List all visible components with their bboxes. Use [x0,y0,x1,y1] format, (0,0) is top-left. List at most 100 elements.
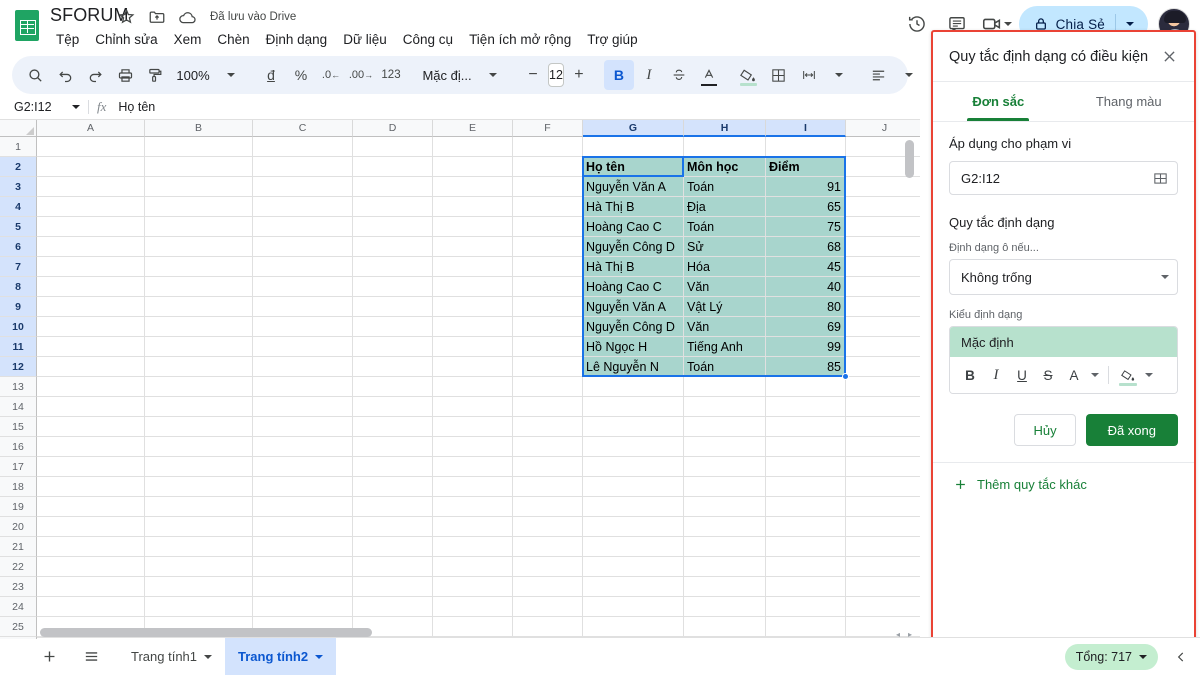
text-color-button[interactable] [694,60,724,90]
cell-E2[interactable] [433,157,513,177]
add-another-rule-button[interactable]: Thêm quy tắc khác [949,463,1178,492]
cell-C5[interactable] [253,217,353,237]
cell-G17[interactable] [583,457,684,477]
cell-E11[interactable] [433,337,513,357]
menu-insert[interactable]: Chèn [209,29,257,51]
row-header-20[interactable]: 20 [0,517,37,537]
cell-I9[interactable]: 80 [766,297,846,317]
cell-I22[interactable] [766,557,846,577]
cell-G11[interactable]: Hồ Ngọc H [583,337,684,357]
cell-A22[interactable] [37,557,145,577]
cell-B8[interactable] [145,277,253,297]
sum-caret-icon[interactable] [1139,655,1147,659]
cell-D11[interactable] [353,337,433,357]
cell-H2[interactable]: Môn học [684,157,766,177]
row-header-21[interactable]: 21 [0,537,37,557]
cell-C21[interactable] [253,537,353,557]
cell-F12[interactable] [513,357,583,377]
row-header-18[interactable]: 18 [0,477,37,497]
cell-H21[interactable] [684,537,766,557]
cell-I16[interactable] [766,437,846,457]
sheet-tab-1-caret-icon[interactable] [204,655,212,659]
cell-F22[interactable] [513,557,583,577]
cell-D15[interactable] [353,417,433,437]
cell-A7[interactable] [37,257,145,277]
cell-B22[interactable] [145,557,253,577]
cell-F16[interactable] [513,437,583,457]
text-color-caret-icon[interactable] [1088,373,1101,377]
cell-E12[interactable] [433,357,513,377]
cell-D9[interactable] [353,297,433,317]
star-icon[interactable] [118,8,136,26]
row-header-6[interactable]: 6 [0,237,37,257]
cell-H12[interactable]: Toán [684,357,766,377]
scroll-right-icon[interactable]: ▸ [908,630,912,639]
cell-F5[interactable] [513,217,583,237]
cell-C6[interactable] [253,237,353,257]
style-preview[interactable]: Mặc định [950,327,1177,357]
cell-H19[interactable] [684,497,766,517]
cell-I10[interactable]: 69 [766,317,846,337]
cell-G3[interactable]: Nguyễn Văn A [583,177,684,197]
cell-D22[interactable] [353,557,433,577]
cell-B4[interactable] [145,197,253,217]
column-header-A[interactable]: A [37,120,145,137]
menu-edit[interactable]: Chỉnh sửa [87,29,165,51]
row-header-13[interactable]: 13 [0,377,37,397]
cell-B18[interactable] [145,477,253,497]
cell-C1[interactable] [253,137,353,157]
cell-H15[interactable] [684,417,766,437]
cell-A10[interactable] [37,317,145,337]
font-caret-icon[interactable] [478,60,508,90]
cell-C8[interactable] [253,277,353,297]
paint-format-icon[interactable] [140,60,170,90]
cell-G12[interactable]: Lê Nguyễn N [583,357,684,377]
cell-G16[interactable] [583,437,684,457]
cell-B21[interactable] [145,537,253,557]
column-header-J[interactable]: J [846,120,920,137]
cell-A11[interactable] [37,337,145,357]
tab-color-scale[interactable]: Thang màu [1064,82,1195,121]
cell-I7[interactable]: 45 [766,257,846,277]
style-bold-button[interactable]: B [958,362,982,388]
redo-icon[interactable] [80,60,110,90]
cell-I24[interactable] [766,597,846,617]
cell-C19[interactable] [253,497,353,517]
cell-E3[interactable] [433,177,513,197]
cell-A14[interactable] [37,397,145,417]
cell-E10[interactable] [433,317,513,337]
cell-I2[interactable]: Điểm [766,157,846,177]
cell-D1[interactable] [353,137,433,157]
fill-color-caret-icon[interactable] [1142,373,1155,377]
cell-F10[interactable] [513,317,583,337]
version-history-icon[interactable] [899,6,935,42]
cell-F19[interactable] [513,497,583,517]
collapse-icon[interactable] [1174,650,1188,664]
cell-G23[interactable] [583,577,684,597]
sheet-tab-2[interactable]: Trang tính2 [225,638,336,675]
cell-H5[interactable]: Toán [684,217,766,237]
cell-C2[interactable] [253,157,353,177]
row-header-8[interactable]: 8 [0,277,37,297]
cell-H1[interactable] [684,137,766,157]
cell-A19[interactable] [37,497,145,517]
cell-A4[interactable] [37,197,145,217]
cell-F18[interactable] [513,477,583,497]
row-header-23[interactable]: 23 [0,577,37,597]
cell-D20[interactable] [353,517,433,537]
cell-G14[interactable] [583,397,684,417]
menu-file[interactable]: Tệp [48,29,87,51]
cell-I13[interactable] [766,377,846,397]
cell-E21[interactable] [433,537,513,557]
cell-D7[interactable] [353,257,433,277]
cell-F3[interactable] [513,177,583,197]
cell-F11[interactable] [513,337,583,357]
cell-G13[interactable] [583,377,684,397]
cell-E13[interactable] [433,377,513,397]
cell-I23[interactable] [766,577,846,597]
cell-C12[interactable] [253,357,353,377]
name-box-caret-icon[interactable] [72,105,80,109]
increase-decimal-button[interactable]: .00 → [346,60,376,90]
cell-B20[interactable] [145,517,253,537]
cell-E14[interactable] [433,397,513,417]
